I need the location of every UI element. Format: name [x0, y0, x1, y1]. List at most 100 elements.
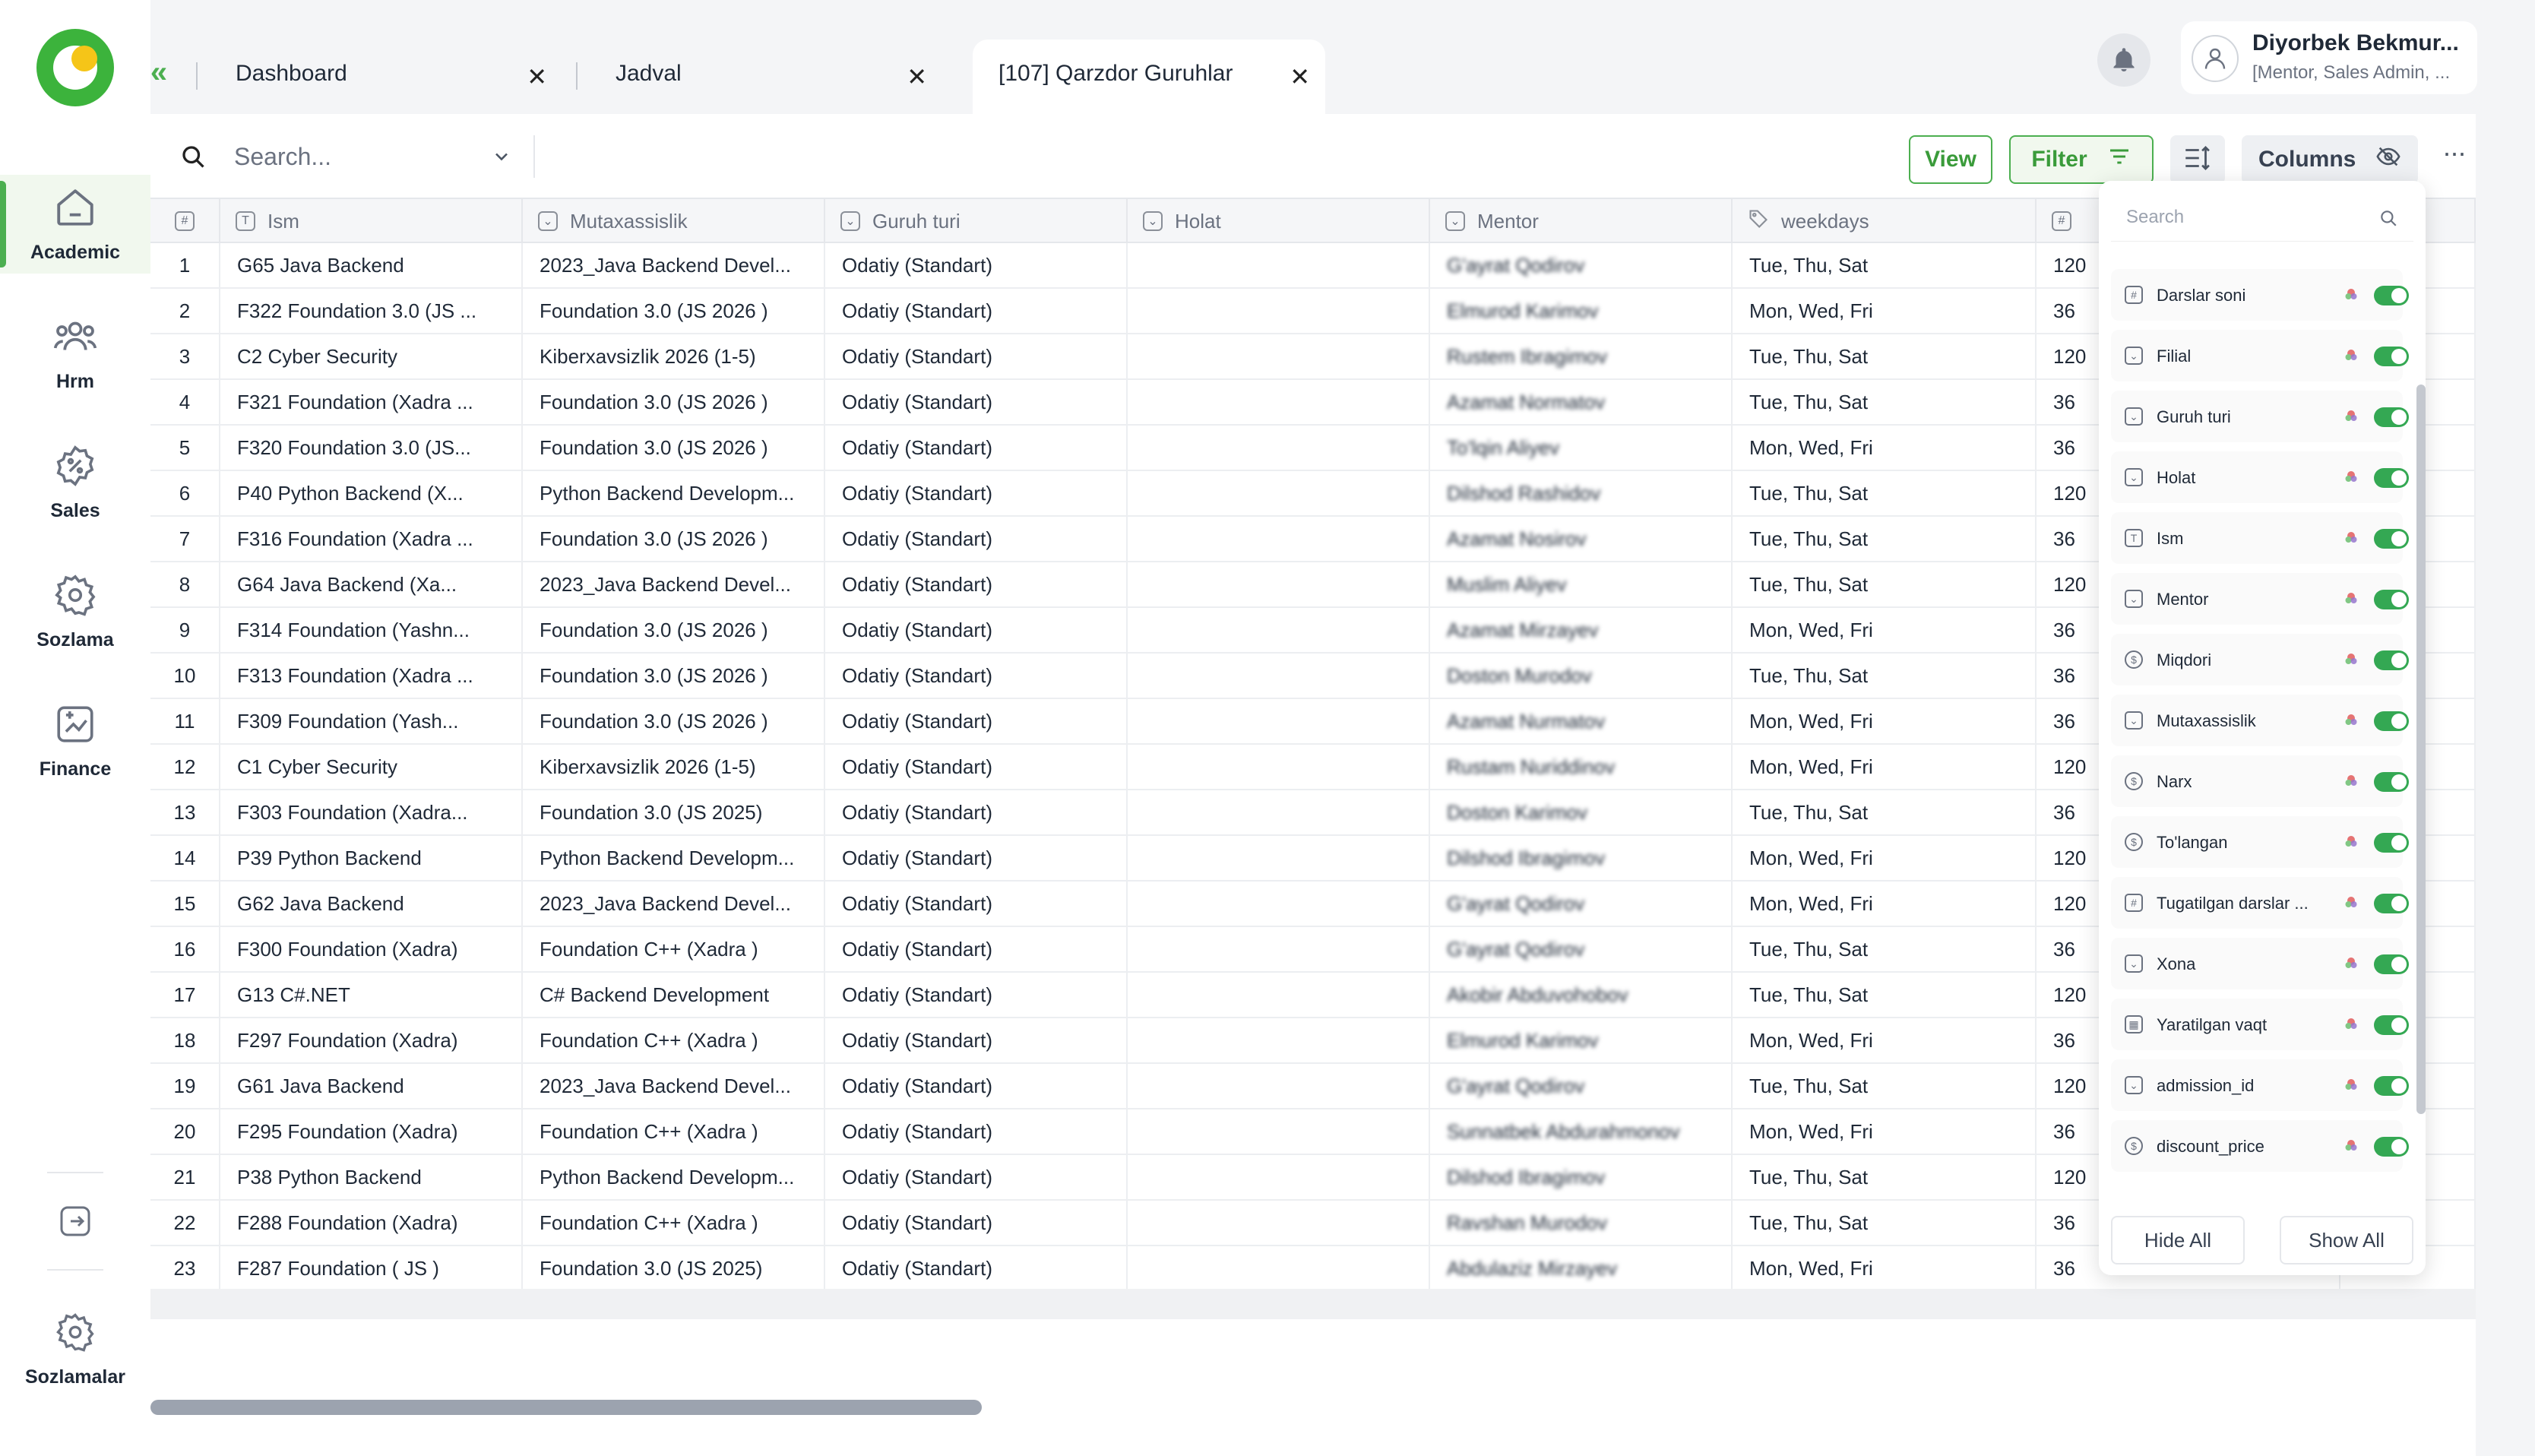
pin-icon[interactable]: [2344, 470, 2359, 485]
table-cell-mut[interactable]: Foundation 3.0 (JS 2025): [523, 1246, 825, 1290]
table-cell-turi[interactable]: Odatiy (Standart): [825, 836, 1128, 880]
table-cell-holat[interactable]: [1128, 289, 1430, 333]
table-cell-mentor[interactable]: Doston Karimov: [1430, 790, 1733, 834]
table-cell-n[interactable]: 13: [150, 790, 220, 834]
table-cell-turi[interactable]: Odatiy (Standart): [825, 790, 1128, 834]
visibility-toggle[interactable]: [2374, 468, 2409, 488]
close-icon[interactable]: ✕: [527, 62, 547, 91]
table-cell-week[interactable]: Tue, Thu, Sat: [1733, 1201, 2037, 1245]
visibility-toggle[interactable]: [2374, 1076, 2409, 1096]
table-cell-n[interactable]: 7: [150, 517, 220, 561]
table-cell-holat[interactable]: [1128, 1246, 1430, 1290]
table-cell-mut[interactable]: Python Backend Developm...: [523, 1155, 825, 1199]
table-cell-turi[interactable]: Odatiy (Standart): [825, 380, 1128, 424]
tab-dashboard[interactable]: Dashboard ✕: [205, 40, 562, 114]
table-cell-mut[interactable]: Foundation C++ (Xadra ): [523, 1018, 825, 1062]
table-cell-mentor[interactable]: Azamat Nosirov: [1430, 517, 1733, 561]
column-item[interactable]: ⌄ Mutaxassislik: [2111, 695, 2409, 746]
visibility-toggle[interactable]: [2374, 650, 2409, 670]
column-item[interactable]: $ To'langan: [2111, 816, 2409, 868]
table-cell-n[interactable]: 17: [150, 973, 220, 1017]
tab-qarzdor-guruhlar[interactable]: [107] Qarzdor Guruhlar ✕: [973, 40, 1325, 114]
table-cell-ism[interactable]: F316 Foundation (Xadra ...: [220, 517, 523, 561]
table-cell-week[interactable]: Tue, Thu, Sat: [1733, 517, 2037, 561]
table-cell-ism[interactable]: F309 Foundation (Yash...: [220, 699, 523, 743]
column-item[interactable]: $ Narx: [2111, 755, 2409, 807]
table-cell-holat[interactable]: [1128, 426, 1430, 470]
table-cell-n[interactable]: 22: [150, 1201, 220, 1245]
table-cell-ism[interactable]: P38 Python Backend: [220, 1155, 523, 1199]
view-button[interactable]: View: [1909, 135, 1992, 184]
table-cell-week[interactable]: Mon, Wed, Fri: [1733, 745, 2037, 789]
pin-icon[interactable]: [2344, 652, 2359, 667]
table-cell-mut[interactable]: Foundation 3.0 (JS 2026 ): [523, 380, 825, 424]
table-cell-n[interactable]: 18: [150, 1018, 220, 1062]
table-cell-turi[interactable]: Odatiy (Standart): [825, 927, 1128, 971]
table-cell-mentor[interactable]: Dilshod Ibragimov: [1430, 1155, 1733, 1199]
pin-icon[interactable]: [2344, 348, 2359, 363]
table-cell-mentor[interactable]: G'ayrat Qodirov: [1430, 243, 1733, 287]
table-cell-ism[interactable]: G13 C#.NET: [220, 973, 523, 1017]
table-cell-holat[interactable]: [1128, 1018, 1430, 1062]
table-cell-week[interactable]: Tue, Thu, Sat: [1733, 927, 2037, 971]
table-cell-n[interactable]: 2: [150, 289, 220, 333]
table-cell-turi[interactable]: Odatiy (Standart): [825, 426, 1128, 470]
table-cell-n[interactable]: 19: [150, 1064, 220, 1108]
table-cell-mut[interactable]: Foundation C++ (Xadra ): [523, 1109, 825, 1154]
visibility-toggle[interactable]: [2374, 894, 2409, 913]
column-item[interactable]: T Ism: [2111, 512, 2409, 564]
table-cell-turi[interactable]: Odatiy (Standart): [825, 1246, 1128, 1290]
visibility-toggle[interactable]: [2374, 954, 2409, 974]
table-cell-mentor[interactable]: Azamat Nurmatov: [1430, 699, 1733, 743]
table-cell-ism[interactable]: F297 Foundation (Xadra): [220, 1018, 523, 1062]
table-cell-holat[interactable]: [1128, 745, 1430, 789]
table-cell-ism[interactable]: F314 Foundation (Yashn...: [220, 608, 523, 652]
table-cell-turi[interactable]: Odatiy (Standart): [825, 608, 1128, 652]
column-item[interactable]: ⌄ admission_id: [2111, 1059, 2409, 1111]
header-index[interactable]: #: [150, 199, 220, 243]
table-cell-week[interactable]: Tue, Thu, Sat: [1733, 471, 2037, 515]
table-cell-n[interactable]: 10: [150, 654, 220, 698]
table-cell-mentor[interactable]: Elmurod Karimov: [1430, 1018, 1733, 1062]
table-cell-week[interactable]: Tue, Thu, Sat: [1733, 334, 2037, 378]
table-cell-mentor[interactable]: Azamat Mirzayev: [1430, 608, 1733, 652]
table-cell-ism[interactable]: F322 Foundation 3.0 (JS ...: [220, 289, 523, 333]
table-cell-holat[interactable]: [1128, 654, 1430, 698]
columns-panel-scrollbar[interactable]: [2416, 385, 2426, 1114]
table-cell-turi[interactable]: Odatiy (Standart): [825, 334, 1128, 378]
table-cell-holat[interactable]: [1128, 927, 1430, 971]
table-cell-n[interactable]: 4: [150, 380, 220, 424]
column-item[interactable]: ⌄ Mentor: [2111, 573, 2409, 625]
sidebar-item-finance[interactable]: Finance: [0, 692, 150, 790]
sidebar-item-academic[interactable]: Academic: [0, 175, 150, 274]
pin-icon[interactable]: [2344, 834, 2359, 850]
table-cell-n[interactable]: 14: [150, 836, 220, 880]
table-cell-n[interactable]: 12: [150, 745, 220, 789]
table-cell-mut[interactable]: Foundation C++ (Xadra ): [523, 927, 825, 971]
table-cell-mentor[interactable]: Rustam Nuriddinov: [1430, 745, 1733, 789]
table-cell-mut[interactable]: Foundation C++ (Xadra ): [523, 1201, 825, 1245]
scrollbar-thumb[interactable]: [150, 1400, 982, 1415]
table-cell-n[interactable]: 8: [150, 562, 220, 606]
column-item[interactable]: ▦ Yaratilgan vaqt: [2111, 999, 2409, 1050]
table-cell-turi[interactable]: Odatiy (Standart): [825, 745, 1128, 789]
table-cell-mentor[interactable]: Akobir Abduvohobov: [1430, 973, 1733, 1017]
table-cell-mut[interactable]: Python Backend Developm...: [523, 471, 825, 515]
table-cell-ism[interactable]: G65 Java Backend: [220, 243, 523, 287]
table-cell-n[interactable]: 23: [150, 1246, 220, 1290]
column-item[interactable]: ⌄ Guruh turi: [2111, 391, 2409, 442]
table-cell-n[interactable]: 20: [150, 1109, 220, 1154]
table-cell-mut[interactable]: 2023_Java Backend Devel...: [523, 243, 825, 287]
table-cell-week[interactable]: Tue, Thu, Sat: [1733, 243, 2037, 287]
table-cell-holat[interactable]: [1128, 517, 1430, 561]
column-item[interactable]: ⌄ Filial: [2111, 330, 2409, 381]
collapse-sidebar-icon[interactable]: «: [146, 53, 172, 91]
table-cell-turi[interactable]: Odatiy (Standart): [825, 882, 1128, 926]
table-cell-holat[interactable]: [1128, 1064, 1430, 1108]
table-cell-mut[interactable]: Foundation 3.0 (JS 2026 ): [523, 426, 825, 470]
sidebar-item-sozlamalar[interactable]: Sozlamalar: [0, 1299, 150, 1398]
visibility-toggle[interactable]: [2374, 1137, 2409, 1157]
table-cell-ism[interactable]: F321 Foundation (Xadra ...: [220, 380, 523, 424]
table-cell-week[interactable]: Tue, Thu, Sat: [1733, 380, 2037, 424]
table-cell-mentor[interactable]: To'lqin Aliyev: [1430, 426, 1733, 470]
